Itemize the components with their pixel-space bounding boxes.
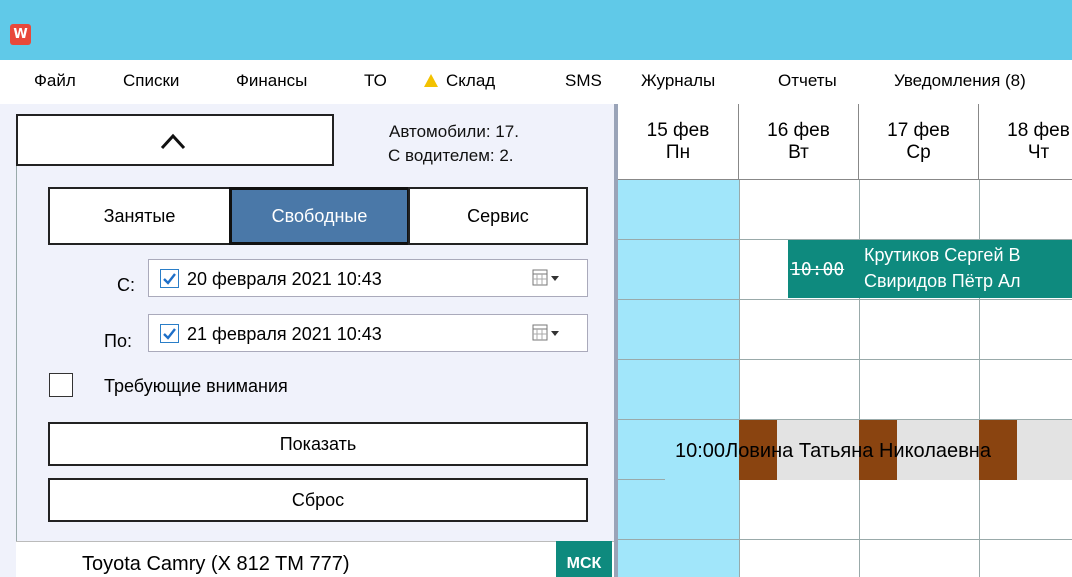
booking-name: Крутиков Сергей В: [864, 245, 1021, 265]
day-header-17[interactable]: 17 фев Ср: [859, 104, 979, 180]
attention-label: Требующие внимания: [104, 376, 288, 396]
day-weekday: Пн: [665, 142, 691, 163]
menu-warehouse-label: Склад: [446, 71, 496, 90]
check-icon: [163, 273, 176, 285]
day-weekday: Вт: [788, 142, 809, 163]
app-icon[interactable]: W: [10, 24, 31, 45]
day-weekday: Ср: [906, 142, 931, 163]
day-date: 15 фев: [646, 120, 710, 141]
menu-lists[interactable]: Списки: [123, 71, 179, 91]
menu-journals[interactable]: Журналы: [641, 71, 715, 91]
show-button[interactable]: Показать: [48, 422, 588, 466]
menu-reports[interactable]: Отчеты: [778, 71, 837, 91]
tab-service[interactable]: Сервис: [408, 187, 588, 245]
day-header-15[interactable]: 15 фев Пн: [618, 104, 739, 180]
tab-free[interactable]: Свободные: [229, 187, 410, 245]
menu-finance[interactable]: Финансы: [236, 71, 307, 91]
grid-line: [618, 539, 1072, 540]
menu-file[interactable]: Файл: [34, 71, 76, 91]
calendar-dropdown-icon[interactable]: [532, 324, 562, 342]
chevron-up-icon: [160, 133, 186, 150]
menu-notifications[interactable]: Уведомления (8): [894, 71, 1026, 91]
to-datetime-value: 21 февраля 2021 10:43: [187, 324, 382, 344]
booking-time: 10:00: [790, 259, 845, 280]
booking-time: 10:00: [675, 440, 726, 462]
region-badge: МСК: [556, 541, 612, 577]
booking-name: Ловина Татьяна Николаевна: [725, 440, 991, 462]
cars-count: Автомобили: 17.: [389, 122, 519, 141]
grid-line: [618, 299, 1072, 300]
menu-warehouse[interactable]: Склад: [424, 71, 495, 91]
attention-checkbox[interactable]: [49, 373, 73, 397]
menu-to[interactable]: ТО: [364, 71, 387, 91]
menu-sms[interactable]: SMS: [565, 71, 602, 91]
calendar-grid: 15 фев Пн 16 фев Вт 17 фев Ср 18 фев Чт 10:0…: [618, 104, 1072, 577]
grid-line: [618, 359, 1072, 360]
car-name: Toyota Camry (X 812 TM 777): [82, 553, 350, 575]
with-driver-count: С водителем: 2.: [388, 146, 514, 165]
title-bar: [0, 0, 1072, 60]
day-date: 16 фев: [767, 120, 830, 141]
to-label: По:: [104, 331, 132, 351]
day-date: 18 фев: [1007, 120, 1070, 141]
tab-busy[interactable]: Занятые: [48, 187, 231, 245]
day-date: 17 фев: [887, 120, 950, 141]
calendar-dropdown-icon[interactable]: [532, 269, 562, 287]
day-header-18[interactable]: 18 фев Чт: [979, 104, 1072, 180]
warning-icon: [424, 74, 438, 87]
day-header-16[interactable]: 16 фев Вт: [739, 104, 859, 180]
day-weekday: Чт: [1027, 142, 1050, 163]
from-datetime-value: 20 февраля 2021 10:43: [187, 269, 382, 289]
booking-name: Свиридов Пётр Ал: [864, 271, 1021, 291]
check-icon: [163, 328, 176, 340]
reset-button[interactable]: Сброс: [48, 478, 588, 522]
from-checkbox[interactable]: [160, 269, 179, 288]
booking-label: 10:00Ловина Татьяна Николаевна: [675, 440, 991, 463]
to-checkbox[interactable]: [160, 324, 179, 343]
from-label: С:: [117, 275, 135, 295]
